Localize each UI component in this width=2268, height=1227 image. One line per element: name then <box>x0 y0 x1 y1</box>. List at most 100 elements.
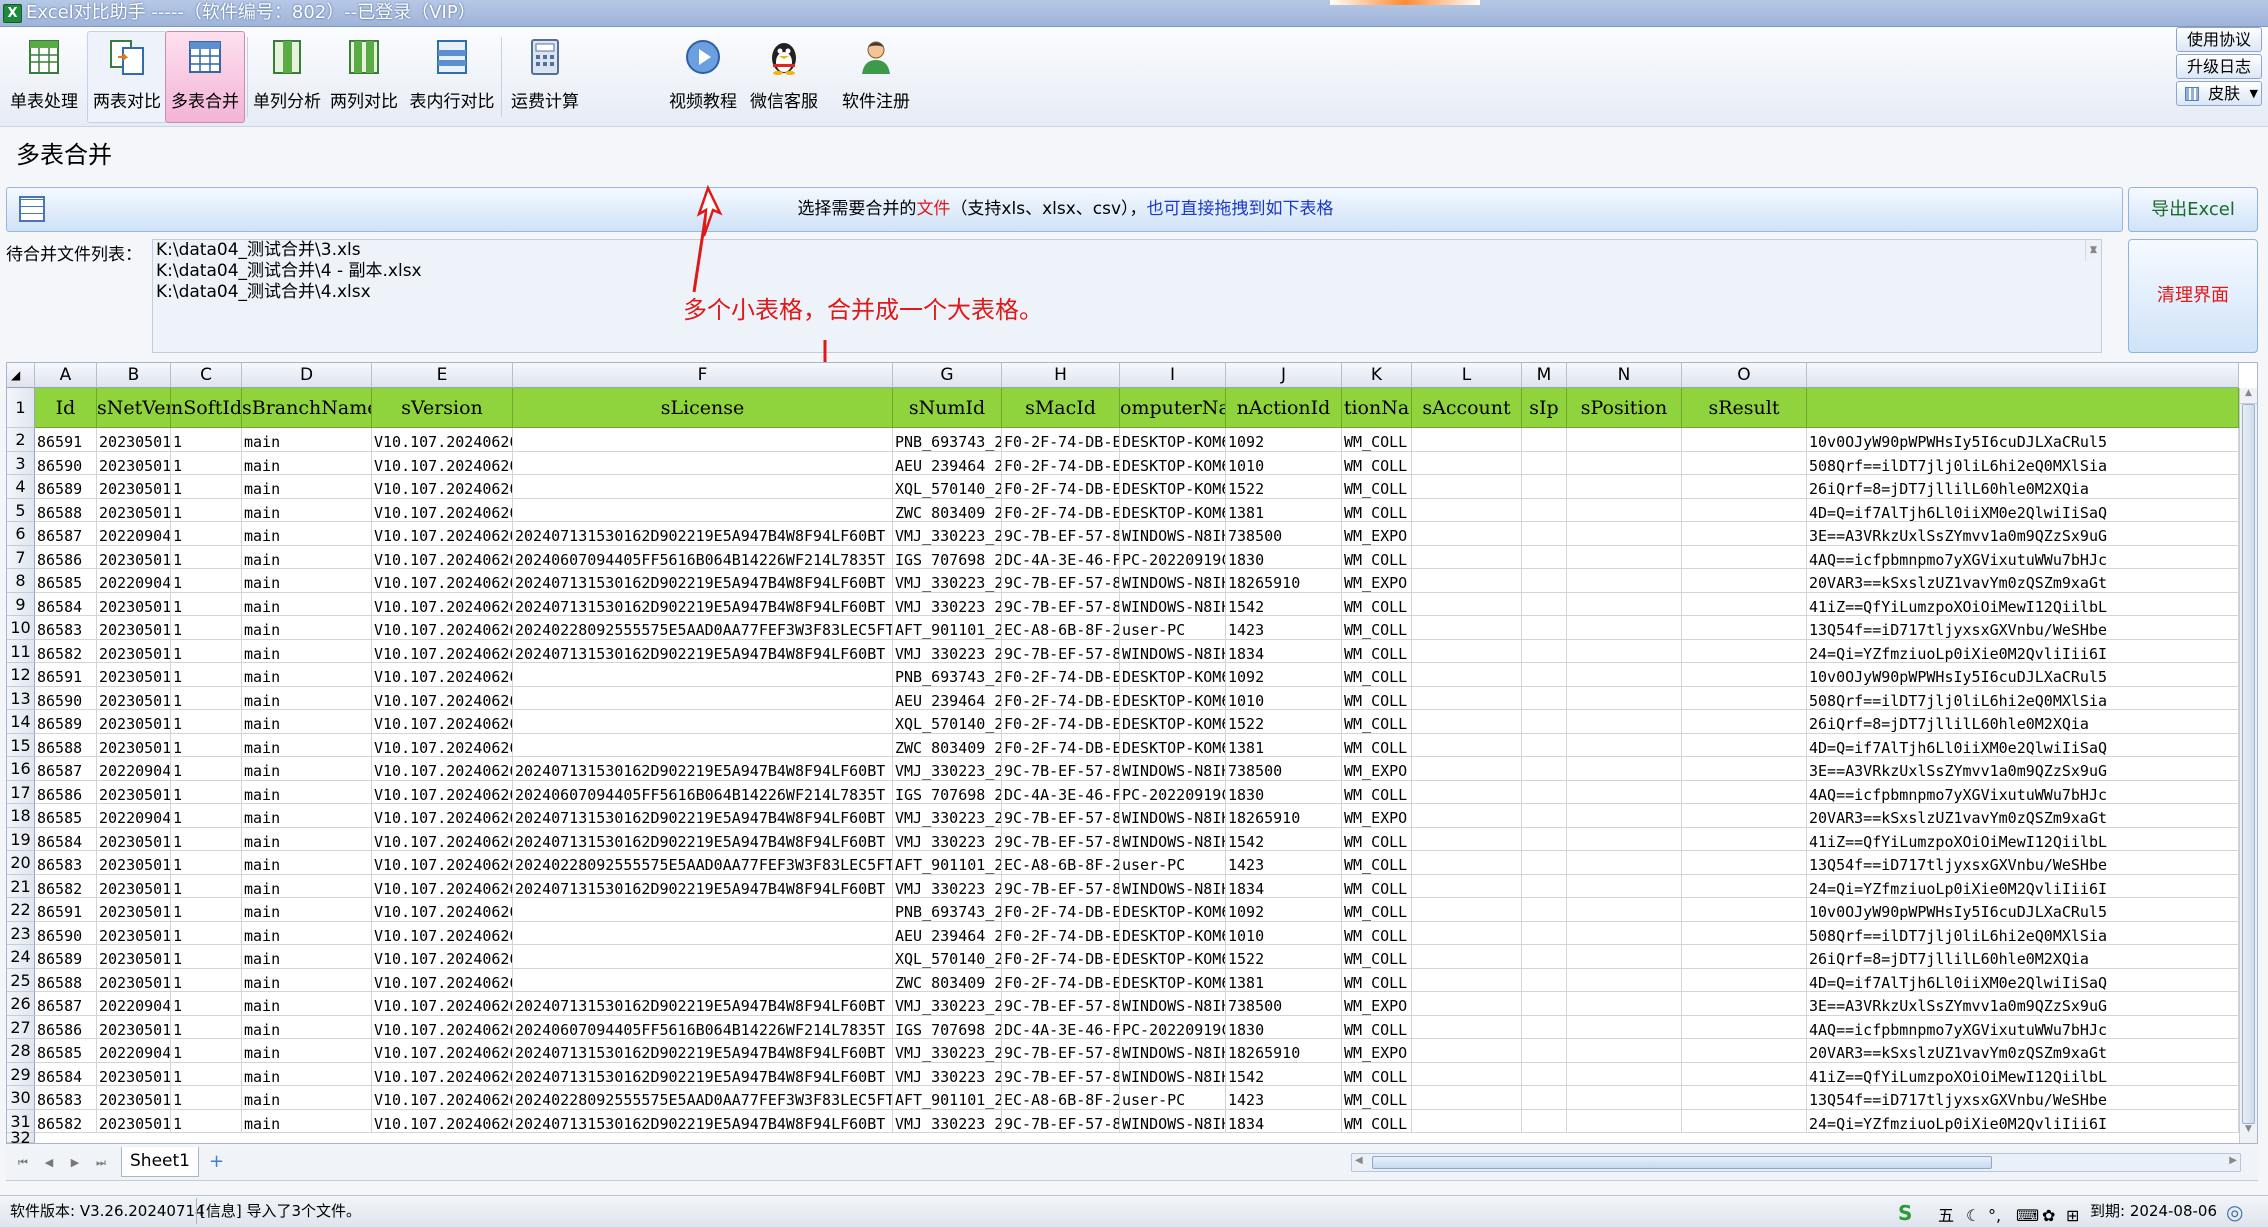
table-cell[interactable]: 202407131530162D902219E5A947B4W8F94LF60B… <box>513 1039 893 1063</box>
table-cell[interactable] <box>1682 710 1807 734</box>
table-cell[interactable]: 20230501CS <box>97 545 171 569</box>
table-cell[interactable]: 86588 <box>35 968 97 992</box>
row-number[interactable]: 15 <box>7 733 35 757</box>
toolbar-row-compare-button[interactable]: 表内行对比 <box>404 31 500 123</box>
table-cell[interactable] <box>1522 827 1567 851</box>
table-cell[interactable] <box>513 733 893 757</box>
table-cell[interactable] <box>1567 780 1682 804</box>
table-cell[interactable]: 1 <box>171 522 242 546</box>
row-number[interactable]: 29 <box>7 1062 35 1086</box>
table-cell[interactable]: DESKTOP-KOM6 <box>1120 898 1226 922</box>
table-cell[interactable]: 86591 <box>35 428 97 452</box>
table-cell[interactable]: DESKTOP-KOM6 <box>1120 428 1226 452</box>
table-cell[interactable] <box>1682 663 1807 687</box>
table-cell[interactable]: 1 <box>171 616 242 640</box>
column-letter-header[interactable]: O <box>1682 363 1807 388</box>
table-cell[interactable]: WM_COLL <box>1342 1109 1412 1133</box>
export-excel-button[interactable]: 导出Excel <box>2128 187 2258 232</box>
table-cell[interactable] <box>1412 992 1522 1016</box>
table-cell[interactable]: 202407131530162D902219E5A947B4W8F94LF60B… <box>513 522 893 546</box>
table-cell[interactable] <box>1522 780 1567 804</box>
table-cell[interactable] <box>1682 686 1807 710</box>
table-cell[interactable]: main <box>242 1015 372 1039</box>
table-cell[interactable]: 1 <box>171 874 242 898</box>
table-cell[interactable]: 1 <box>171 545 242 569</box>
table-cell[interactable] <box>1567 945 1682 969</box>
table-cell[interactable] <box>1567 1015 1682 1039</box>
keyboard-icon[interactable]: ⌨ <box>2016 1201 2039 1227</box>
table-cell[interactable]: 1092 <box>1226 428 1342 452</box>
table-cell[interactable]: 86590 <box>35 921 97 945</box>
table-cell[interactable]: 26iQrf=8=jDT7jllilL60hle0M2XQia <box>1807 475 2239 499</box>
table-cell[interactable]: WINDOWS-N8IH <box>1120 1062 1226 1086</box>
table-cell[interactable] <box>1412 804 1522 828</box>
table-cell[interactable]: WM_COLL <box>1342 592 1412 616</box>
table-cell[interactable] <box>1682 1062 1807 1086</box>
table-cell[interactable]: 86589 <box>35 710 97 734</box>
table-cell[interactable]: 20230501CS <box>97 663 171 687</box>
table-cell[interactable]: WINDOWS-N8IH <box>1120 569 1226 593</box>
table-cell[interactable] <box>1412 898 1522 922</box>
table-cell[interactable]: user-PC <box>1120 851 1226 875</box>
table-cell[interactable]: 4D=Q=if7AlTjh6Ll0iiXM0e2QlwiIiSaQ <box>1807 498 2239 522</box>
table-cell[interactable]: main <box>242 992 372 1016</box>
table-cell[interactable]: F0-2F-74-DB-E <box>1002 498 1120 522</box>
table-cell[interactable] <box>1567 545 1682 569</box>
table-cell[interactable]: ZWC_803409_2024 <box>893 498 1002 522</box>
table-cell[interactable] <box>1522 1015 1567 1039</box>
table-cell[interactable] <box>513 451 893 475</box>
table-cell[interactable] <box>513 710 893 734</box>
table-cell[interactable]: WM_EXPO <box>1342 1039 1412 1063</box>
table-cell[interactable]: 508Qrf==ilDT7jlj0liL6hi2eQ0MXlSia <box>1807 921 2239 945</box>
table-cell[interactable]: V10.107.20240620 <box>372 733 513 757</box>
table-cell[interactable]: ZWC_803409_2024 <box>893 968 1002 992</box>
table-cell[interactable]: IGS_707698_2024 <box>893 1015 1002 1039</box>
table-cell[interactable] <box>1522 804 1567 828</box>
table-cell[interactable]: main <box>242 475 372 499</box>
table-cell[interactable]: 20230501CS <box>97 780 171 804</box>
table-cell[interactable] <box>1412 498 1522 522</box>
table-cell[interactable]: PC-20220919C <box>1120 780 1226 804</box>
table-cell[interactable]: DESKTOP-KOM6 <box>1120 945 1226 969</box>
table-cell[interactable]: VMJ_330223_2024 <box>893 522 1002 546</box>
table-cell[interactable] <box>1682 898 1807 922</box>
table-cell[interactable]: WM_COLL <box>1342 968 1412 992</box>
header-cell[interactable]: sBranchName <box>242 388 372 428</box>
table-cell[interactable]: user-PC <box>1120 1086 1226 1110</box>
table-cell[interactable]: 738500 <box>1226 992 1342 1016</box>
column-letter-header[interactable]: N <box>1567 363 1682 388</box>
row-number[interactable]: 7 <box>7 545 35 569</box>
table-cell[interactable]: 20240607094405FF5616B064B14226WF214L7835… <box>513 545 893 569</box>
header-cell[interactable]: sResult <box>1682 388 1807 428</box>
table-cell[interactable]: 1010 <box>1226 921 1342 945</box>
table-cell[interactable]: 20230501CS <box>97 592 171 616</box>
table-cell[interactable]: 41iZ==QfYiLumzpoXOiOiMewI12QiilbL <box>1807 1062 2239 1086</box>
table-cell[interactable] <box>1682 757 1807 781</box>
table-cell[interactable]: main <box>242 851 372 875</box>
table-cell[interactable]: VMJ_330223_2024 <box>893 569 1002 593</box>
table-cell[interactable]: 41iZ==QfYiLumzpoXOiOiMewI12QiilbL <box>1807 592 2239 616</box>
table-cell[interactable] <box>1682 968 1807 992</box>
table-cell[interactable]: 1 <box>171 757 242 781</box>
table-cell[interactable]: WM_COLL <box>1342 1015 1412 1039</box>
table-cell[interactable]: 86585 <box>35 804 97 828</box>
table-cell[interactable] <box>1522 569 1567 593</box>
table-cell[interactable]: V10.107.20240620 <box>372 522 513 546</box>
table-cell[interactable]: 20230501CS <box>97 827 171 851</box>
toolbar-multi-sheet-merge-button[interactable]: 多表合并 <box>165 31 245 123</box>
file-list-item[interactable]: K:\data04_测试合并\4.xlsx <box>156 282 2101 303</box>
table-cell[interactable] <box>1522 733 1567 757</box>
table-cell[interactable] <box>1682 545 1807 569</box>
table-cell[interactable]: 1 <box>171 639 242 663</box>
table-cell[interactable] <box>1682 428 1807 452</box>
row-number[interactable]: 18 <box>7 804 35 828</box>
column-letter-header[interactable]: A <box>35 363 97 388</box>
first-sheet-icon[interactable]: ⏮ <box>14 1154 32 1172</box>
table-cell[interactable] <box>1567 663 1682 687</box>
table-cell[interactable]: 1 <box>171 851 242 875</box>
file-list-scrollbar[interactable]: ▲ ▼ <box>2085 240 2101 261</box>
table-cell[interactable] <box>1412 921 1522 945</box>
table-cell[interactable]: 3E==A3VRkzUxlSsZYmvv1a0m9QZzSx9uG <box>1807 992 2239 1016</box>
table-cell[interactable] <box>1682 945 1807 969</box>
table-cell[interactable]: main <box>242 1086 372 1110</box>
